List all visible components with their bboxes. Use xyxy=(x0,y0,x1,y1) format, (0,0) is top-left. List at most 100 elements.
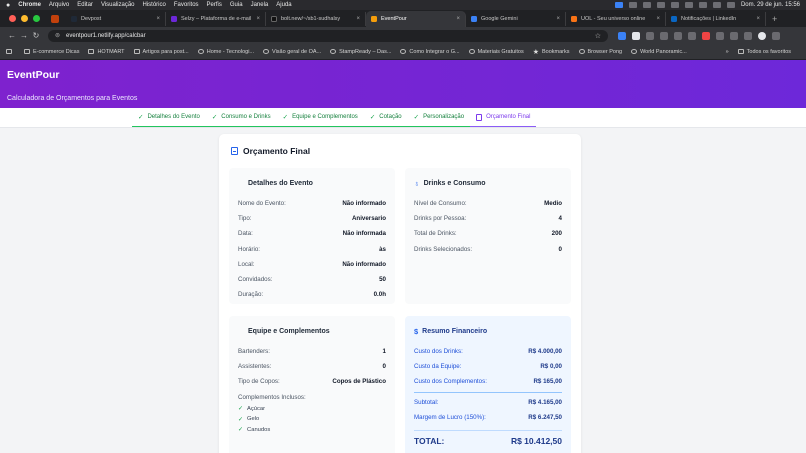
menu-item-guia[interactable]: Guia xyxy=(230,2,243,8)
extension-icon[interactable] xyxy=(646,31,654,40)
bookmark-star-icon[interactable]: ☆ xyxy=(595,32,601,40)
extension-icon[interactable] xyxy=(688,31,696,40)
row-value: R$ 4.165,00 xyxy=(528,398,562,406)
event-row-tipo: Tipo: Aniversario xyxy=(238,211,386,226)
included-label: Complementos Inclusos: xyxy=(238,393,306,401)
extension-icon[interactable] xyxy=(632,31,640,40)
profile-avatar[interactable] xyxy=(758,31,766,40)
status-app-icon[interactable] xyxy=(642,2,651,8)
bookmark-item[interactable]: Como Integrar o G... xyxy=(400,49,460,55)
reload-button[interactable]: ↻ xyxy=(30,31,42,40)
site-info-icon[interactable]: ⊚ xyxy=(55,32,60,39)
document-icon xyxy=(231,147,238,155)
tab-uol[interactable]: UOL - Seu universo online × xyxy=(566,11,666,26)
extension-icon[interactable] xyxy=(702,31,710,40)
bookmark-item[interactable]: Artigos para post... xyxy=(133,49,189,55)
menu-item-ajuda[interactable]: Ajuda xyxy=(276,2,291,8)
menu-item-editar[interactable]: Editar xyxy=(77,2,93,8)
close-window-button[interactable] xyxy=(9,15,16,22)
minimize-window-button[interactable] xyxy=(21,15,28,22)
pinned-tab[interactable] xyxy=(48,13,62,25)
row-label: Custo dos Complementos: xyxy=(414,378,487,386)
bookmark-item[interactable]: ★ Bookmarks xyxy=(533,48,570,56)
tab-bolt[interactable]: bolt.new/~/sb1-sudhalsy × xyxy=(266,11,366,26)
bookmarks-bar: E-commerce Dicas HOTMART Artigos para po… xyxy=(0,44,806,60)
row-label: Nome do Evento: xyxy=(238,200,286,208)
address-bar[interactable]: ⊚ eventpour1.netlify.app/calcbar ☆ xyxy=(48,29,608,42)
bluetooth-icon[interactable] xyxy=(670,2,679,8)
extension-icon[interactable] xyxy=(660,31,668,40)
search-icon[interactable] xyxy=(712,2,721,8)
fullscreen-window-button[interactable] xyxy=(33,15,40,22)
close-tab-icon[interactable]: × xyxy=(256,16,260,22)
extension-icon[interactable] xyxy=(618,31,626,40)
macos-menu-bar: ● Chrome Arquivo Editar Visualização His… xyxy=(0,0,806,10)
status-app-icon[interactable] xyxy=(656,2,665,8)
all-bookmarks-item[interactable]: Todos os favoritos xyxy=(737,49,791,55)
close-tab-icon[interactable]: × xyxy=(356,16,360,22)
site-icon xyxy=(578,49,585,54)
extension-icon[interactable] xyxy=(674,31,682,40)
menu-item-historico[interactable]: Histórico xyxy=(143,2,166,8)
back-button[interactable]: ← xyxy=(6,31,18,40)
menu-item-janela[interactable]: Janela xyxy=(251,2,269,8)
forward-button[interactable]: → xyxy=(18,31,30,40)
close-tab-icon[interactable]: × xyxy=(656,16,660,22)
bookmark-item[interactable]: Visão geral de OA... xyxy=(263,49,321,55)
close-tab-icon[interactable]: × xyxy=(156,16,160,22)
control-center-icon[interactable] xyxy=(726,2,735,8)
menu-item-visualizacao[interactable]: Visualização xyxy=(101,2,135,8)
tab-eventpour[interactable]: EventPour × xyxy=(366,11,466,27)
menu-app-name[interactable]: Chrome xyxy=(18,2,41,8)
menu-kebab-icon[interactable] xyxy=(772,31,780,40)
finance-row-equipe: Custo da Equipe: R$ 0,00 xyxy=(414,359,562,374)
close-tab-icon[interactable]: × xyxy=(556,16,560,22)
event-details-panel: Detalhes do Evento Nome do Evento: Não in… xyxy=(229,168,395,304)
close-tab-icon[interactable]: × xyxy=(756,16,760,22)
tab-selzy[interactable]: Selzy – Plataforma de e-mail × xyxy=(166,11,266,26)
menu-item-perfis[interactable]: Perfis xyxy=(207,2,222,8)
row-value: Não informado xyxy=(342,200,386,208)
finance-row-subtotal: Subtotal: R$ 4.165,00 xyxy=(414,395,562,410)
step-orcamento-final[interactable]: Orçamento Final xyxy=(470,108,537,127)
tab-gemini[interactable]: Google Gemini × xyxy=(466,11,566,26)
apple-icon[interactable]: ● xyxy=(6,2,10,9)
bookmark-item[interactable]: Materiais Gratuitos xyxy=(468,49,524,55)
new-tab-button[interactable]: + xyxy=(766,14,783,24)
status-app-icon[interactable] xyxy=(628,2,637,8)
step-consumo-drinks[interactable]: ✓ Consumo e Drinks xyxy=(205,108,277,127)
menu-item-favoritos[interactable]: Favoritos xyxy=(174,2,199,8)
bookmark-item[interactable]: Browser Pong xyxy=(578,49,622,55)
more-bookmarks-button[interactable]: » xyxy=(726,49,729,55)
site-icon xyxy=(400,49,407,54)
step-detalhes-evento[interactable]: ✓ Detalhes do Evento xyxy=(132,108,206,127)
bookmark-item[interactable]: Home - Tecnologi... xyxy=(197,49,254,55)
close-tab-icon[interactable]: × xyxy=(456,16,460,22)
bookmark-item[interactable]: World Panoramic... xyxy=(631,49,687,55)
step-label: Consumo e Drinks xyxy=(221,114,271,120)
tab-linkedin[interactable]: Notificações | LinkedIn × xyxy=(666,11,766,26)
step-cotacao[interactable]: ✓ Cotação xyxy=(363,108,408,127)
row-label: Bartenders: xyxy=(238,348,270,356)
bookmark-item[interactable]: HOTMART xyxy=(88,49,125,55)
menu-item-arquivo[interactable]: Arquivo xyxy=(49,2,69,8)
status-app-icon[interactable] xyxy=(614,2,623,8)
sidebar-icon[interactable] xyxy=(744,31,752,40)
step-personalizacao[interactable]: ✓ Personalização xyxy=(407,108,471,127)
bookmark-item[interactable]: StampReady – Das... xyxy=(330,49,391,55)
bookmark-item[interactable]: E-commerce Dicas xyxy=(24,49,79,55)
menubar-clock[interactable]: Dom. 29 de jun. 15:56 xyxy=(741,2,800,8)
battery-icon[interactable] xyxy=(684,2,693,8)
apps-grid-icon[interactable] xyxy=(6,49,15,54)
drinks-panel: ♁ Drinks e Consumo Nível de Consumo: Medio… xyxy=(405,168,571,304)
extension-icon[interactable] xyxy=(716,31,724,40)
wifi-icon[interactable] xyxy=(698,2,707,8)
finance-total: TOTAL: R$ 10.412,50 xyxy=(414,429,562,446)
check-icon: ✓ xyxy=(282,114,289,121)
check-icon: ✓ xyxy=(369,114,376,121)
extensions-puzzle-icon[interactable] xyxy=(730,31,738,40)
tab-devpost[interactable]: Devpost × xyxy=(66,11,166,26)
drinks-row-total: Total de Drinks: 200 xyxy=(414,226,562,241)
step-equipe-complementos[interactable]: ✓ Equipe e Complementos xyxy=(276,108,364,127)
site-icon xyxy=(330,49,337,54)
